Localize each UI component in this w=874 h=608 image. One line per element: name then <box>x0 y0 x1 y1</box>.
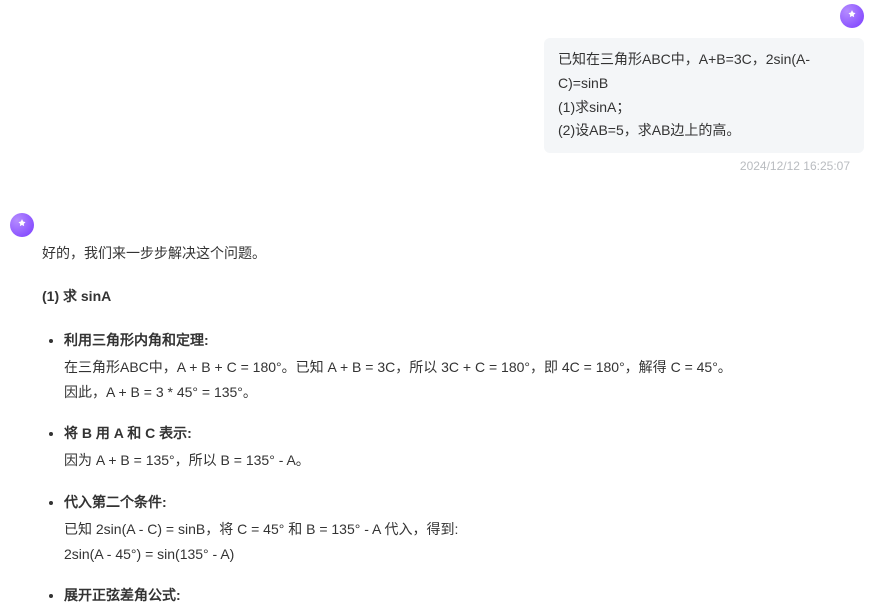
list-item: 代入第二个条件: 已知 2sin(A - C) = sinB，将 C = 45°… <box>64 490 732 568</box>
user-message-line: 已知在三角形ABC中，A+B=3C，2sin(A-C)=sinB <box>558 48 850 96</box>
user-avatar-icon <box>840 4 864 28</box>
list-item-title: 代入第二个条件: <box>64 490 732 515</box>
section-title: (1) 求 sinA <box>42 284 732 309</box>
list-item-title: 展开正弦差角公式: <box>64 583 732 608</box>
list-item: 展开正弦差角公式: 2(sinA cos45° - cosA sin45°) =… <box>64 583 732 608</box>
assistant-row: 好的，我们来一步步解决这个问题。 (1) 求 sinA 利用三角形内角和定理: … <box>10 213 864 608</box>
message-timestamp: 2024/12/12 16:25:07 <box>740 159 850 173</box>
list-item-body: 因为 A + B = 135°，所以 B = 135° - A。 <box>64 448 732 473</box>
assistant-column: 好的，我们来一步步解决这个问题。 (1) 求 sinA 利用三角形内角和定理: … <box>42 213 732 608</box>
user-message-line: (2)设AB=5，求AB边上的高。 <box>558 119 850 143</box>
user-message-bubble[interactable]: 已知在三角形ABC中，A+B=3C，2sin(A-C)=sinB (1)求sin… <box>544 38 864 153</box>
list-item-title: 将 B 用 A 和 C 表示: <box>64 421 732 446</box>
list-item-body: 已知 2sin(A - C) = sinB，将 C = 45° 和 B = 13… <box>64 517 732 567</box>
assistant-intro: 好的，我们来一步步解决这个问题。 <box>42 241 732 266</box>
assistant-avatar-icon <box>10 213 34 237</box>
user-message-row: 已知在三角形ABC中，A+B=3C，2sin(A-C)=sinB (1)求sin… <box>10 32 864 153</box>
user-message-line: (1)求sinA； <box>558 96 850 120</box>
chat-container: 已知在三角形ABC中，A+B=3C，2sin(A-C)=sinB (1)求sin… <box>0 0 874 608</box>
assistant-message[interactable]: 好的，我们来一步步解决这个问题。 (1) 求 sinA 利用三角形内角和定理: … <box>42 241 732 608</box>
list-item: 利用三角形内角和定理: 在三角形ABC中，A + B + C = 180°。已知… <box>64 328 732 406</box>
list-item: 将 B 用 A 和 C 表示: 因为 A + B = 135°，所以 B = 1… <box>64 421 732 473</box>
list-item-title: 利用三角形内角和定理: <box>64 328 732 353</box>
user-avatar-row <box>10 4 864 28</box>
list-item-body: 在三角形ABC中，A + B + C = 180°。已知 A + B = 3C，… <box>64 355 732 405</box>
timestamp-row: 2024/12/12 16:25:07 <box>10 157 864 173</box>
solution-list: 利用三角形内角和定理: 在三角形ABC中，A + B + C = 180°。已知… <box>42 328 732 608</box>
